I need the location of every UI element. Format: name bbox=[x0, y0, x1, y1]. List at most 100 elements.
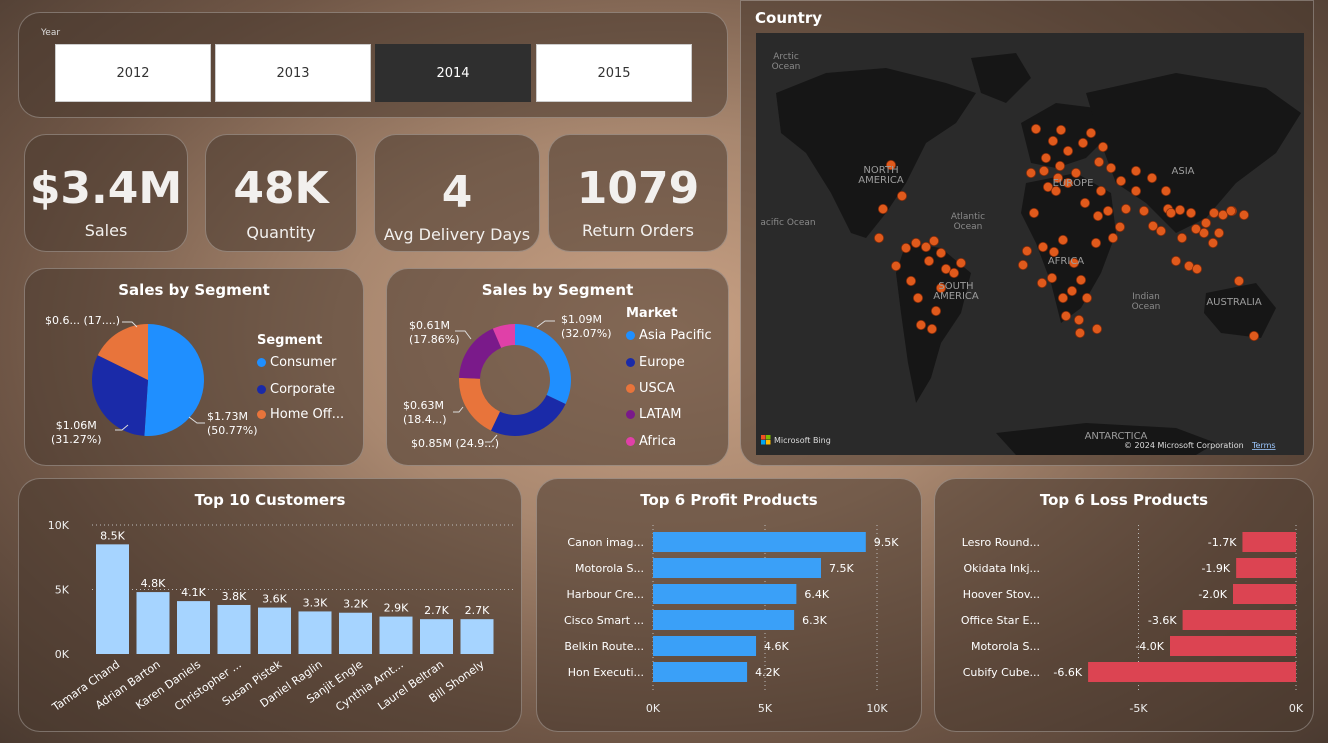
map-point[interactable] bbox=[1092, 210, 1103, 221]
map-point[interactable] bbox=[1081, 292, 1092, 303]
legend-item-usca[interactable]: USCA bbox=[626, 381, 675, 396]
map-point[interactable] bbox=[1054, 160, 1065, 171]
map-point[interactable] bbox=[920, 241, 931, 252]
map-point[interactable] bbox=[1075, 274, 1086, 285]
map-point[interactable] bbox=[1130, 185, 1141, 196]
map-point[interactable] bbox=[1057, 234, 1068, 245]
map-point[interactable] bbox=[874, 232, 885, 243]
map-point[interactable] bbox=[1040, 153, 1051, 164]
map-point[interactable] bbox=[1028, 207, 1039, 218]
legend-item-europe[interactable]: Europe bbox=[626, 355, 685, 370]
map-point[interactable] bbox=[1120, 203, 1131, 214]
bar-customer[interactable] bbox=[379, 616, 413, 654]
legend-item-africa[interactable]: Africa bbox=[626, 434, 676, 449]
map-point[interactable] bbox=[896, 190, 907, 201]
top-customers-chart[interactable]: 10K5K0K8.5KTamara Chand4.8KAdrian Barton… bbox=[19, 479, 523, 733]
bar-customer[interactable] bbox=[177, 601, 210, 654]
year-option-2014[interactable]: 2014 bbox=[375, 44, 531, 102]
map-point[interactable] bbox=[915, 319, 926, 330]
map-point[interactable] bbox=[1091, 323, 1102, 334]
legend-item-latam[interactable]: LATAM bbox=[626, 407, 681, 422]
map-point[interactable] bbox=[1248, 330, 1259, 341]
map-point[interactable] bbox=[1037, 241, 1048, 252]
map-point[interactable] bbox=[1057, 292, 1068, 303]
map-point[interactable] bbox=[1130, 165, 1141, 176]
pie-slice-consumer[interactable] bbox=[144, 324, 204, 436]
map-point[interactable] bbox=[928, 235, 939, 246]
bar-product[interactable] bbox=[1242, 532, 1296, 552]
map-point[interactable] bbox=[1174, 204, 1185, 215]
donut-slice-usca[interactable] bbox=[459, 377, 500, 431]
map-point[interactable] bbox=[1170, 255, 1181, 266]
map-point[interactable] bbox=[1090, 237, 1101, 248]
bar-customer[interactable] bbox=[258, 607, 291, 654]
map-point[interactable] bbox=[1165, 207, 1176, 218]
map-point[interactable] bbox=[1066, 285, 1077, 296]
bar-product[interactable] bbox=[653, 532, 866, 552]
map-point[interactable] bbox=[1208, 207, 1219, 218]
map-point[interactable] bbox=[1160, 185, 1171, 196]
bar-product[interactable] bbox=[1236, 558, 1296, 578]
map-point[interactable] bbox=[1097, 142, 1108, 153]
top-loss-chart[interactable]: -5K 0K Lesro Round... -1.7K Okidata Inkj... -… bbox=[935, 479, 1315, 733]
map-point[interactable] bbox=[1115, 175, 1126, 186]
map-point[interactable] bbox=[905, 275, 916, 286]
bar-product[interactable] bbox=[653, 662, 748, 682]
map-point[interactable] bbox=[1225, 205, 1236, 216]
map-point[interactable] bbox=[890, 260, 901, 271]
map-point[interactable] bbox=[1021, 245, 1032, 256]
bar-product[interactable] bbox=[653, 584, 797, 604]
legend-item-home-office[interactable]: Home Off... bbox=[257, 407, 344, 422]
bar-customer[interactable] bbox=[217, 604, 251, 654]
legend-item-asia-pacific[interactable]: Asia Pacific bbox=[626, 328, 712, 343]
year-option-2015[interactable]: 2015 bbox=[536, 44, 692, 102]
map-point[interactable] bbox=[926, 323, 937, 334]
map-point[interactable] bbox=[1138, 205, 1149, 216]
map-point[interactable] bbox=[1073, 314, 1084, 325]
map-point[interactable] bbox=[1077, 138, 1088, 149]
map-point[interactable] bbox=[1147, 220, 1158, 231]
map-point[interactable] bbox=[1079, 197, 1090, 208]
map-point[interactable] bbox=[1105, 162, 1116, 173]
map-point[interactable] bbox=[935, 247, 946, 258]
bar-customer[interactable] bbox=[96, 544, 129, 654]
map-point[interactable] bbox=[1036, 277, 1047, 288]
legend-item-corporate[interactable]: Corporate bbox=[257, 382, 335, 397]
bar-product[interactable] bbox=[653, 610, 795, 630]
map-point[interactable] bbox=[1025, 167, 1036, 178]
bar-product[interactable] bbox=[1182, 610, 1296, 630]
world-map[interactable]: ArcticOceanNORTHAMERICAacific OceanAtlan… bbox=[756, 33, 1304, 455]
map-point[interactable] bbox=[1107, 232, 1118, 243]
year-option-2013[interactable]: 2013 bbox=[215, 44, 371, 102]
map-point[interactable] bbox=[1055, 125, 1066, 136]
map-point[interactable] bbox=[1185, 207, 1196, 218]
map-point[interactable] bbox=[1191, 263, 1202, 274]
donut-slice-latam[interactable] bbox=[459, 328, 502, 379]
map-point[interactable] bbox=[1038, 165, 1049, 176]
legend-item-consumer[interactable]: Consumer bbox=[257, 355, 336, 370]
map-point[interactable] bbox=[1062, 146, 1073, 157]
map-point[interactable] bbox=[1176, 232, 1187, 243]
map-point[interactable] bbox=[923, 255, 934, 266]
bar-customer[interactable] bbox=[298, 611, 332, 654]
map-point[interactable] bbox=[948, 267, 959, 278]
map-point[interactable] bbox=[910, 237, 921, 248]
map-point[interactable] bbox=[1074, 327, 1085, 338]
map-point[interactable] bbox=[1233, 275, 1244, 286]
bar-product[interactable] bbox=[1233, 584, 1296, 604]
map-point[interactable] bbox=[1095, 185, 1106, 196]
map-point[interactable] bbox=[1213, 227, 1224, 238]
map-point[interactable] bbox=[1200, 217, 1211, 228]
donut-slice-europe[interactable] bbox=[490, 395, 566, 437]
map-point[interactable] bbox=[1046, 272, 1057, 283]
map-point[interactable] bbox=[1085, 128, 1096, 139]
map-terms-link[interactable]: Terms bbox=[1251, 441, 1276, 450]
map-point[interactable] bbox=[912, 292, 923, 303]
bar-customer[interactable] bbox=[339, 612, 372, 654]
map-point[interactable] bbox=[1155, 225, 1166, 236]
bar-product[interactable] bbox=[653, 636, 757, 656]
bar-product[interactable] bbox=[1088, 662, 1296, 682]
map-point[interactable] bbox=[1047, 136, 1058, 147]
bar-product[interactable] bbox=[653, 558, 821, 578]
map-point[interactable] bbox=[1114, 221, 1125, 232]
